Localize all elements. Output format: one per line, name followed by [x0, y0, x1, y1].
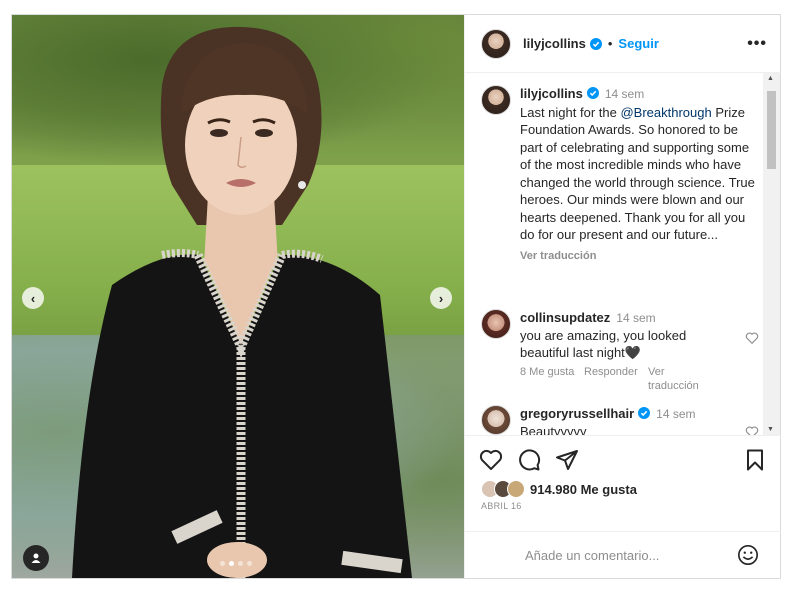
- commenter-avatar[interactable]: [481, 309, 511, 339]
- carousel-dot: [229, 561, 234, 566]
- follow-button[interactable]: Seguir: [618, 36, 658, 51]
- post-sidebar: lilyjcollins • Seguir ••• lilyjcollins 14…: [464, 15, 781, 578]
- caption-text-end: Prize Foundation Awards. So honored to b…: [520, 104, 755, 243]
- comment-item: collinsupdatez 14 sem you are amazing, yo…: [481, 309, 763, 393]
- verified-badge-icon: [586, 87, 599, 99]
- verified-badge-icon: [638, 407, 651, 419]
- post-caption: lilyjcollins 14 sem Last night for the @B…: [481, 85, 763, 265]
- chevron-left-icon: ‹: [30, 290, 36, 306]
- more-options-icon[interactable]: •••: [747, 35, 767, 53]
- comment-body: collinsupdatez 14 sem you are amazing, yo…: [520, 309, 738, 393]
- caption-time: 14 sem: [604, 87, 645, 101]
- header-separator: •: [607, 36, 613, 51]
- comment-icon[interactable]: [517, 448, 541, 472]
- heart-icon[interactable]: [479, 448, 503, 472]
- verified-badge-icon: [589, 37, 602, 50]
- likes-count[interactable]: 914.980 Me gusta: [530, 482, 637, 497]
- comment-likes-link[interactable]: 8 Me gusta: [520, 365, 578, 393]
- comments-list[interactable]: lilyjcollins 14 sem Last night for the @B…: [465, 73, 781, 435]
- post-actions-bar: [465, 435, 781, 479]
- comment-username[interactable]: gregoryrussellhair: [520, 406, 634, 421]
- comment-time: 14 sem: [616, 311, 656, 325]
- share-icon[interactable]: [555, 448, 579, 472]
- caption-text: Last night for the @Breakthrough Prize F…: [520, 104, 760, 244]
- comment-like-heart-icon[interactable]: [745, 331, 759, 345]
- comment-item: gregoryrussellhair 14 sem Beautyyyyy: [481, 405, 763, 435]
- scroll-up-arrow-icon[interactable]: ▲: [767, 75, 774, 82]
- emoji-icon[interactable]: [737, 544, 759, 566]
- user-tag-icon: [31, 553, 41, 563]
- comment-body: gregoryrussellhair 14 sem Beautyyyyy: [520, 405, 738, 435]
- tagged-users-button[interactable]: [23, 545, 49, 571]
- comment-username[interactable]: collinsupdatez: [520, 310, 610, 325]
- carousel-dot: [220, 561, 225, 566]
- post-header: lilyjcollins • Seguir •••: [465, 15, 781, 73]
- carousel-dot: [247, 561, 252, 566]
- author-avatar[interactable]: [481, 28, 511, 59]
- commenter-avatar[interactable]: [481, 405, 511, 435]
- post-date[interactable]: ABRIL 16: [481, 501, 522, 511]
- comment-reply-button[interactable]: Responder: [584, 365, 642, 393]
- post-modal: ‹ › lilyjcollins • Seguir ••• lilyjcolli…: [11, 14, 781, 579]
- caption-body: lilyjcollins 14 sem Last night for the @B…: [520, 85, 760, 265]
- comment-text: you are amazing, you looked beautiful la…: [520, 328, 687, 360]
- liker-avatar: [507, 480, 525, 498]
- comment-input[interactable]: [523, 546, 717, 564]
- caption-text-start: Last night for the: [520, 104, 621, 120]
- comment-text: Beautyyyyy: [520, 424, 587, 435]
- carousel-indicator: [220, 561, 252, 566]
- add-comment-bar: [465, 531, 781, 578]
- scrollbar-thumb[interactable]: [767, 91, 776, 169]
- caption-author-avatar[interactable]: [481, 85, 511, 115]
- caption-see-translation[interactable]: Ver traducción: [520, 248, 760, 266]
- carousel-dot: [238, 561, 243, 566]
- post-media[interactable]: ‹ ›: [12, 15, 464, 578]
- author-username[interactable]: lilyjcollins: [523, 36, 586, 51]
- comment-time: 14 sem: [656, 407, 696, 421]
- previous-slide-button[interactable]: ‹: [22, 287, 44, 309]
- likes-summary[interactable]: 914.980 Me gusta: [481, 480, 637, 498]
- comment-meta: 8 Me gusta Responder Ver traducción: [520, 365, 738, 393]
- comment-see-translation[interactable]: Ver traducción: [648, 365, 718, 393]
- caption-username[interactable]: lilyjcollins: [520, 86, 583, 101]
- post-photo-subject: [72, 26, 412, 578]
- comment-like-heart-icon[interactable]: [745, 425, 759, 435]
- bookmark-icon[interactable]: [743, 448, 767, 472]
- caption-mention-link[interactable]: @Breakthrough: [620, 105, 711, 120]
- scroll-down-arrow-icon[interactable]: ▼: [767, 426, 774, 433]
- chevron-right-icon: ›: [438, 290, 444, 306]
- comments-scrollbar[interactable]: ▲ ▼: [763, 73, 780, 435]
- next-slide-button[interactable]: ›: [430, 287, 452, 309]
